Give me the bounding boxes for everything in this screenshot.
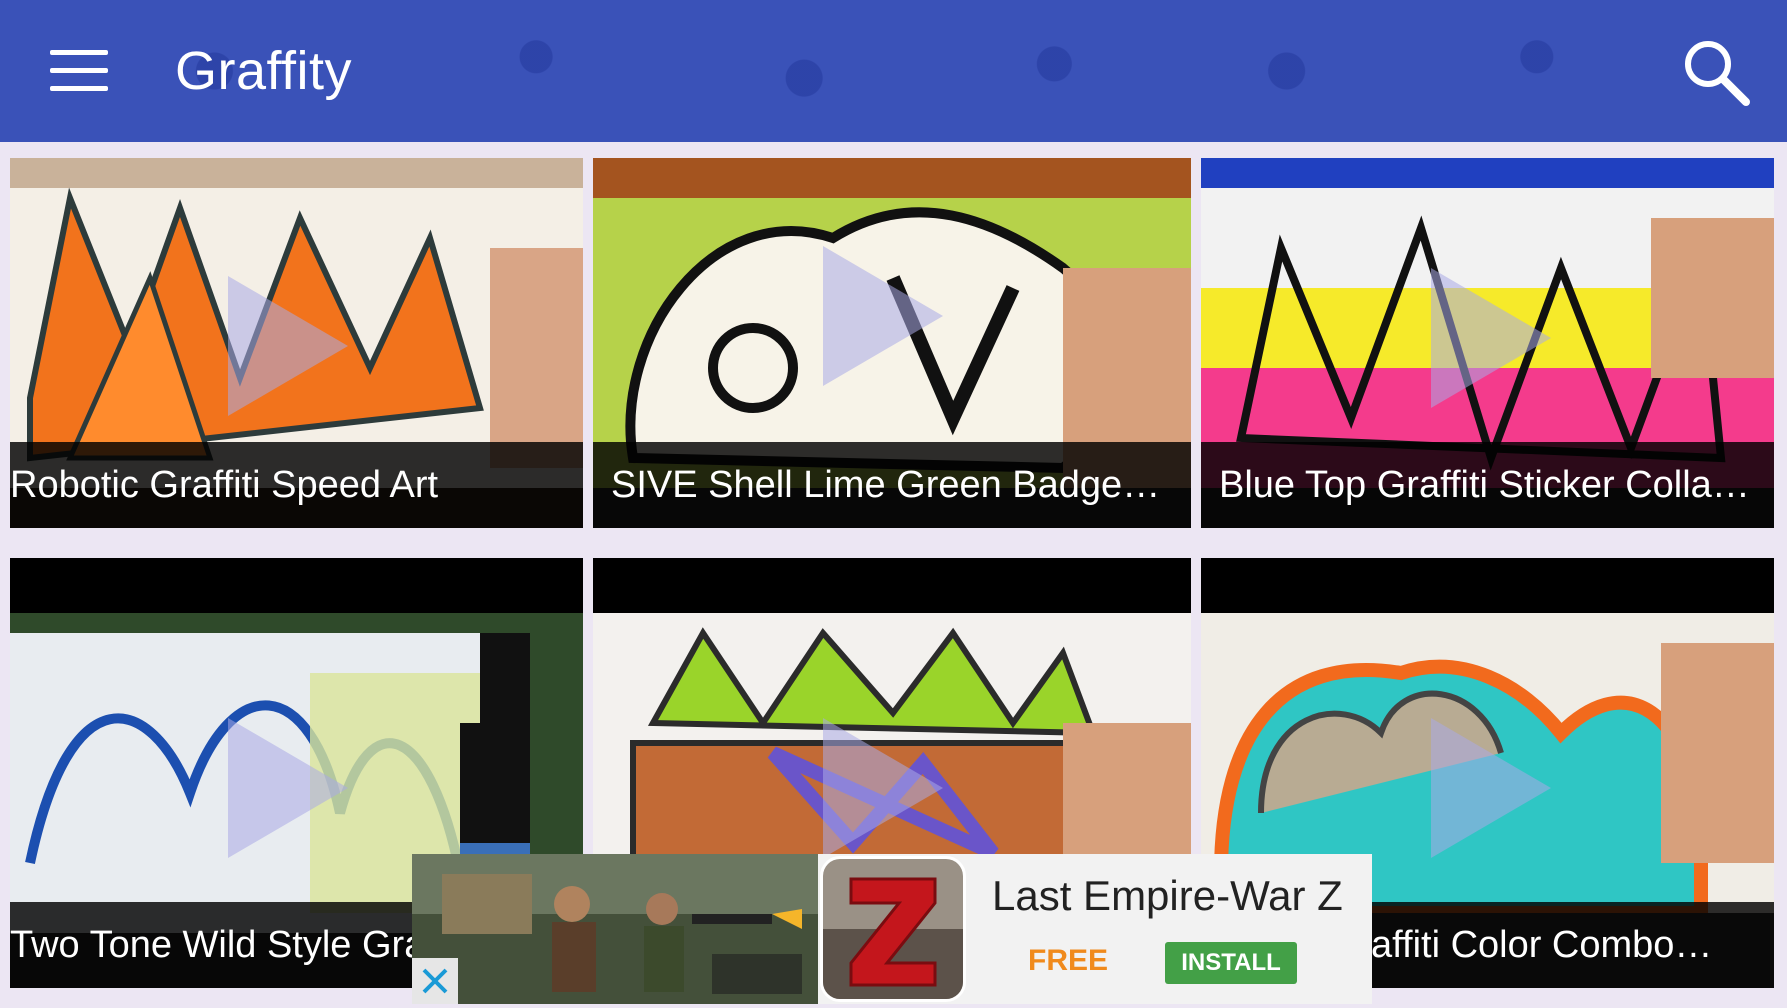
video-card[interactable]: SIVE Shell Lime Green Badges… (593, 158, 1191, 528)
hamburger-menu-icon[interactable] (50, 50, 108, 92)
play-icon (823, 718, 943, 858)
ad-app-name: Last Empire-War Z (992, 872, 1343, 919)
video-card[interactable]: Blue Top Graffiti Sticker Collab… (1201, 158, 1774, 528)
app-bar: Graffity (0, 0, 1787, 142)
letterbox-bar (593, 558, 1191, 613)
app-title: Graffity (175, 41, 353, 101)
close-icon[interactable] (412, 958, 458, 1004)
ad-app-icon[interactable] (820, 856, 966, 1002)
ad-price: FREE (1028, 944, 1109, 977)
video-title: Robotic Graffiti Speed Art (10, 442, 583, 528)
play-icon (1431, 718, 1551, 858)
install-button[interactable]: INSTALL (1165, 942, 1297, 984)
play-icon (823, 246, 943, 386)
video-card[interactable]: Robotic Graffiti Speed Art (10, 158, 583, 528)
search-icon[interactable] (1680, 36, 1752, 108)
play-icon (228, 718, 348, 858)
video-title: Blue Top Graffiti Sticker Collab… (1201, 442, 1774, 528)
ad-artwork (412, 854, 818, 1004)
video-title: SIVE Shell Lime Green Badges… (593, 442, 1191, 528)
letterbox-bar (1201, 558, 1774, 613)
ad-banner[interactable]: Last Empire-War Z FREE INSTALL (412, 854, 1372, 1004)
letterbox-bar (10, 558, 583, 613)
play-icon (228, 276, 348, 416)
play-icon (1431, 268, 1551, 408)
